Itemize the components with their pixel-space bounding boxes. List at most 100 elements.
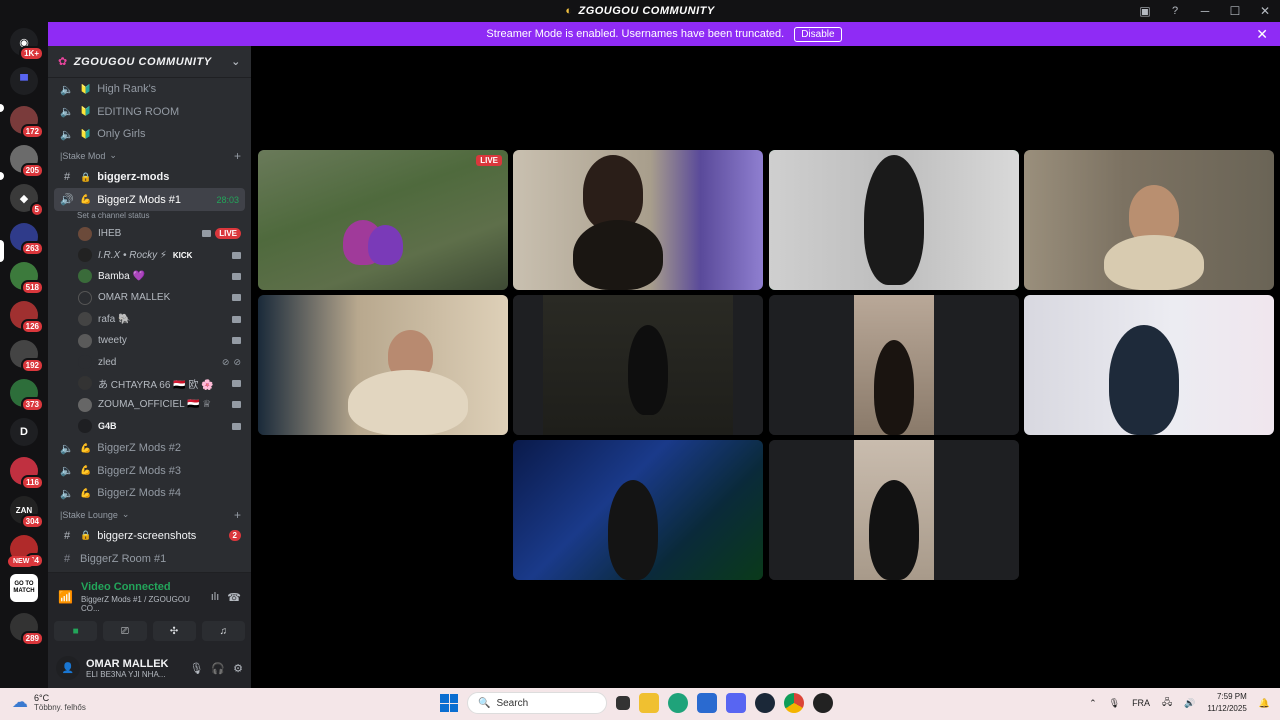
maximize-button[interactable]: ☐ <box>1220 0 1250 22</box>
category-header[interactable]: |Stake Lounge ⌄ + <box>48 505 251 525</box>
voice-user[interactable]: IHEB LIVE <box>48 223 251 244</box>
server-badge: 263 <box>20 241 44 256</box>
server-icon[interactable]: D <box>10 418 38 446</box>
store-icon[interactable] <box>697 693 717 713</box>
close-window-button[interactable]: ✕ <box>1250 0 1280 22</box>
inbox-icon[interactable]: ▣ <box>1130 0 1160 22</box>
avatar[interactable]: 👤 <box>56 656 80 680</box>
voice-user[interactable]: OMAR MALLEK <box>48 287 251 308</box>
chrome-icon[interactable] <box>784 693 804 713</box>
minimize-button[interactable]: ─ <box>1190 0 1220 22</box>
server-icon[interactable]: 116 <box>10 457 44 490</box>
voice-user[interactable]: ZOUMA_OFFICIEL 🇾🇪 ♕ <box>48 394 251 415</box>
voice-user[interactable]: I.R.X • Rocky ⚡ KICK <box>48 244 251 265</box>
server-icon[interactable]: 172 <box>10 106 44 139</box>
volume-icon[interactable]: 🔊 <box>1184 698 1195 709</box>
start-button[interactable] <box>440 694 458 712</box>
speaker-icon: 🔈 <box>60 465 74 478</box>
voice-user[interactable]: tweety <box>48 330 251 351</box>
call-timer: 28:03 <box>216 194 239 205</box>
category-header[interactable]: |Stake Mod ⌄ + <box>48 146 251 166</box>
text-channel[interactable]: # BiggerZ Room #1 <box>48 547 251 570</box>
server-icon[interactable]: 263 <box>10 223 44 256</box>
voice-user[interactable]: zled ⊘ ⊘ <box>48 351 251 372</box>
chevron-up-icon[interactable]: ⌃ <box>1089 698 1097 709</box>
video-tile[interactable] <box>513 150 763 290</box>
language-indicator[interactable]: FRA <box>1132 698 1150 708</box>
add-channel-icon[interactable]: + <box>234 149 241 163</box>
text-channel[interactable]: # 🔒 biggerz-screenshots 2 <box>48 525 251 548</box>
taskbar-search[interactable]: 🔍 Search <box>467 692 607 714</box>
microphone-icon[interactable]: 🎙 <box>189 662 203 675</box>
headphones-icon[interactable]: 🎧 <box>211 662 225 675</box>
signal-icon[interactable]: 📶 <box>58 590 73 604</box>
disable-streamer-mode-button[interactable]: Disable <box>794 26 842 42</box>
close-icon[interactable]: ✕ <box>1256 26 1268 43</box>
video-tile[interactable] <box>1024 150 1274 290</box>
server-badge: 192 <box>20 358 44 373</box>
discord-icon[interactable] <box>726 693 746 713</box>
voice-user[interactable]: rafa 🐘 <box>48 309 251 330</box>
soundboard-button[interactable]: ♫ <box>201 621 245 641</box>
video-tile[interactable] <box>513 295 763 435</box>
help-icon[interactable]: ? <box>1160 0 1190 22</box>
direct-messages-button[interactable]: ◉ 1K+ <box>10 28 44 61</box>
add-channel-icon[interactable]: + <box>234 508 241 522</box>
voice-channel[interactable]: 🔈 💪 BiggerZ Mods #3 <box>48 459 251 482</box>
server-icon[interactable]: 126 <box>10 301 44 334</box>
screen-share-button[interactable]: ⎚ <box>103 621 147 641</box>
stream-tile[interactable]: LIVE <box>258 150 508 290</box>
video-tile[interactable] <box>769 440 1019 580</box>
voice-channel[interactable]: 🔈 🔰 High Rank's <box>48 78 251 101</box>
network-icon[interactable]: 🖧 <box>1162 695 1172 711</box>
disconnect-icon[interactable]: ☎ <box>227 591 241 604</box>
activities-button[interactable]: ✣ <box>152 621 196 641</box>
microphone-icon[interactable]: 🎙 <box>1109 698 1120 709</box>
steam-icon[interactable] <box>755 693 775 713</box>
file-explorer-icon[interactable] <box>639 693 659 713</box>
participant-video <box>1104 235 1204 290</box>
user-name: zled <box>98 356 117 368</box>
server-icon[interactable]: ◆ 5 <box>10 184 44 217</box>
server-icon[interactable]: 205 <box>10 145 44 178</box>
noise-suppression-icon[interactable]: ılı <box>211 591 220 603</box>
edge-icon[interactable] <box>668 693 688 713</box>
video-tile[interactable] <box>1024 295 1274 435</box>
category-name: |Stake Mod <box>60 150 106 161</box>
voice-channel[interactable]: 🔈 💪 BiggerZ Mods #4 <box>48 482 251 505</box>
server-icon[interactable]: 373 <box>10 379 44 412</box>
chevron-down-icon: ⌄ <box>109 150 117 161</box>
video-tile[interactable] <box>258 295 508 435</box>
voice-location[interactable]: BiggerZ Mods #1 / ZGOUGOU CO... <box>81 595 203 613</box>
lock-icon: 🔰 <box>80 83 92 94</box>
weather-widget[interactable]: ☁ 6°C Többny. felhős <box>12 692 86 712</box>
notification-icon[interactable]: 🔔 <box>1259 698 1270 709</box>
guild-header[interactable]: ✿ ZGOUGOU COMMUNITY ⌄ <box>48 46 251 78</box>
voice-user[interactable]: あ CHTAYRA 66 🇾🇪 欧 🌸 <box>48 373 251 394</box>
muted-icon: ⊘ <box>221 356 230 367</box>
server-icon[interactable]: 289 <box>10 613 44 646</box>
app-icon[interactable] <box>813 693 833 713</box>
set-channel-status[interactable]: Set a channel status <box>48 211 251 223</box>
video-tile[interactable] <box>769 295 1019 435</box>
voice-channel-active[interactable]: 🔊 💪 BiggerZ Mods #1 28:03 <box>54 188 245 211</box>
server-icon[interactable]: 192 <box>10 340 44 373</box>
server-folder[interactable]: ▀ <box>10 67 38 95</box>
voice-user[interactable]: G4B <box>48 415 251 436</box>
text-channel[interactable]: # 🔒 biggerz-mods <box>48 166 251 189</box>
video-tile-speaking[interactable] <box>769 150 1019 290</box>
task-view-icon[interactable] <box>616 696 630 710</box>
server-icon-active[interactable]: 518 <box>10 262 44 295</box>
server-icon[interactable]: ZAN 304 <box>10 496 44 529</box>
clock-date: 11/12/2025 <box>1207 704 1247 713</box>
voice-channel[interactable]: 🔈 💪 BiggerZ Mods #2 <box>48 437 251 460</box>
voice-channel[interactable]: 🔈 🔰 EDITING ROOM <box>48 101 251 124</box>
video-tile[interactable] <box>513 440 763 580</box>
camera-toggle-button[interactable]: ■ <box>54 621 98 641</box>
voice-user[interactable]: Bamba 💜 <box>48 266 251 287</box>
user-name: I.R.X • Rocky ⚡ <box>98 249 167 261</box>
server-icon[interactable]: GO TO MATCH <box>10 574 38 602</box>
clock[interactable]: 7:59 PM 11/12/2025 <box>1207 691 1246 715</box>
voice-channel[interactable]: 🔈 🔰 Only Girls <box>48 123 251 146</box>
gear-icon[interactable]: ⚙ <box>233 662 243 675</box>
